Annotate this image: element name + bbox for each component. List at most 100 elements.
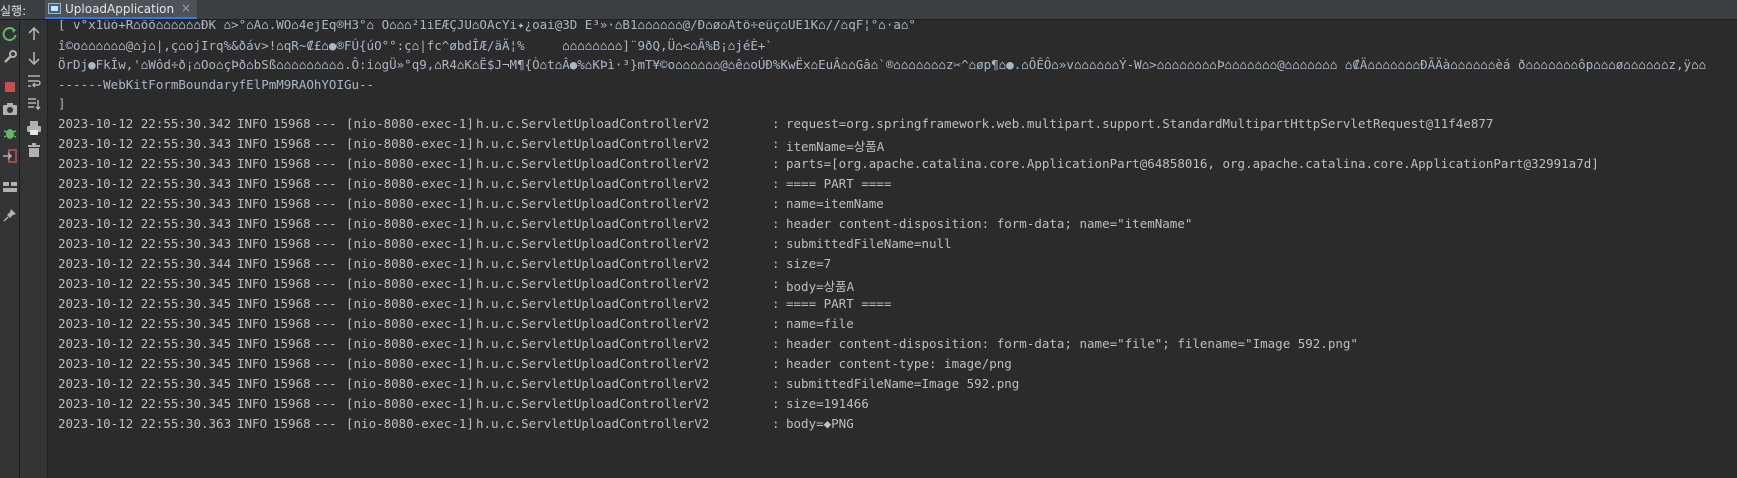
log-message: ==== PART ====	[786, 176, 892, 191]
log-message: submittedFileName=Image 592.png	[786, 376, 1020, 391]
log-separator: ---	[314, 396, 337, 411]
log-separator: ---	[314, 356, 337, 371]
log-colon: :	[772, 316, 780, 331]
log-timestamp: 2023-10-12 22:55:30.343	[58, 216, 232, 231]
log-separator: ---	[314, 116, 337, 131]
log-separator: ---	[314, 136, 337, 151]
log-message: body=◆PNG	[786, 416, 854, 431]
debug-icon[interactable]	[2, 125, 18, 141]
log-timestamp: 2023-10-12 22:55:30.345	[58, 396, 232, 411]
log-logger: h.u.c.ServletUploadControllerV2	[476, 296, 710, 311]
run-label: 실행:	[0, 4, 27, 18]
log-level: INFO	[237, 396, 268, 411]
log-level: INFO	[237, 156, 268, 171]
stop-icon[interactable]	[2, 79, 18, 95]
log-level: INFO	[237, 316, 268, 331]
multipart-boundary-line: ------WebKitFormBoundaryfElPmM9RAOhYOIGu…	[58, 77, 375, 92]
log-separator: ---	[314, 236, 337, 251]
log-logger: h.u.c.ServletUploadControllerV2	[476, 376, 710, 391]
log-logger: h.u.c.ServletUploadControllerV2	[476, 256, 710, 271]
run-toolbar-left	[0, 20, 20, 478]
soft-wrap-icon[interactable]	[26, 73, 42, 89]
log-message: header content-type: image/png	[786, 356, 1012, 371]
log-level: INFO	[237, 256, 268, 271]
log-level: INFO	[237, 296, 268, 311]
log-timestamp: 2023-10-12 22:55:30.343	[58, 136, 232, 151]
log-level: INFO	[237, 416, 268, 431]
log-thread: [nio-8080-exec-1]	[346, 136, 474, 151]
log-message: name=file	[786, 316, 854, 331]
log-pid: 15968	[273, 116, 311, 131]
log-timestamp: 2023-10-12 22:55:30.343	[58, 196, 232, 211]
log-message: request=org.springframework.web.multipar…	[786, 116, 1494, 131]
pin-icon[interactable]	[2, 207, 18, 223]
closing-bracket-line: ]	[58, 96, 66, 111]
log-colon: :	[772, 136, 780, 151]
log-thread: [nio-8080-exec-1]	[346, 296, 474, 311]
log-thread: [nio-8080-exec-1]	[346, 396, 474, 411]
login-icon[interactable]	[2, 148, 18, 164]
log-pid: 15968	[273, 296, 311, 311]
log-separator: ---	[314, 276, 337, 291]
log-logger: h.u.c.ServletUploadControllerV2	[476, 336, 710, 351]
log-thread: [nio-8080-exec-1]	[346, 416, 474, 431]
log-message: submittedFileName=null	[786, 236, 952, 251]
log-thread: [nio-8080-exec-1]	[346, 196, 474, 211]
log-pid: 15968	[273, 276, 311, 291]
log-message: size=7	[786, 256, 832, 271]
log-separator: ---	[314, 296, 337, 311]
log-thread: [nio-8080-exec-1]	[346, 116, 474, 131]
log-pid: 15968	[273, 156, 311, 171]
log-logger: h.u.c.ServletUploadControllerV2	[476, 276, 710, 291]
log-logger: h.u.c.ServletUploadControllerV2	[476, 196, 710, 211]
up-arrow-icon[interactable]	[26, 26, 42, 42]
settings-wrench-icon[interactable]	[2, 49, 18, 65]
log-pid: 15968	[273, 136, 311, 151]
log-timestamp: 2023-10-12 22:55:30.345	[58, 316, 232, 331]
camera-icon[interactable]	[2, 101, 18, 117]
scroll-to-end-icon[interactable]	[26, 96, 42, 112]
log-separator: ---	[314, 316, 337, 331]
log-colon: :	[772, 256, 780, 271]
log-level: INFO	[237, 336, 268, 351]
log-logger: h.u.c.ServletUploadControllerV2	[476, 396, 710, 411]
log-colon: :	[772, 356, 780, 371]
log-thread: [nio-8080-exec-1]	[346, 176, 474, 191]
log-thread: [nio-8080-exec-1]	[346, 336, 474, 351]
log-timestamp: 2023-10-12 22:55:30.363	[58, 416, 232, 431]
trash-icon[interactable]	[26, 142, 42, 158]
log-level: INFO	[237, 236, 268, 251]
log-thread: [nio-8080-exec-1]	[346, 316, 474, 331]
log-colon: :	[772, 276, 780, 291]
layout-icon[interactable]	[2, 179, 18, 195]
log-timestamp: 2023-10-12 22:55:30.345	[58, 296, 232, 311]
log-separator: ---	[314, 196, 337, 211]
close-tab-icon[interactable]: ×	[181, 1, 191, 15]
log-message: size=191466	[786, 396, 869, 411]
application-icon	[48, 3, 61, 14]
log-logger: h.u.c.ServletUploadControllerV2	[476, 136, 710, 151]
log-timestamp: 2023-10-12 22:55:30.344	[58, 256, 232, 271]
run-tab-bar: 실행: UploadApplication ×	[0, 0, 1737, 20]
log-timestamp: 2023-10-12 22:55:30.342	[58, 116, 232, 131]
log-colon: :	[772, 376, 780, 391]
log-separator: ---	[314, 416, 337, 431]
console-toolbar	[20, 20, 48, 478]
log-logger: h.u.c.ServletUploadControllerV2	[476, 416, 710, 431]
log-logger: h.u.c.ServletUploadControllerV2	[476, 216, 710, 231]
log-thread: [nio-8080-exec-1]	[346, 376, 474, 391]
rerun-icon[interactable]	[2, 26, 18, 42]
log-pid: 15968	[273, 336, 311, 351]
down-arrow-icon[interactable]	[26, 50, 42, 66]
console-output[interactable]: [ v°x1ûó+R⌂õõ⌂⌂⌂⌂⌂⌂ÐK ⌂>°⌂A⌂.WO⌂4ejEq®H3…	[48, 20, 1737, 478]
log-pid: 15968	[273, 356, 311, 371]
log-pid: 15968	[273, 396, 311, 411]
log-level: INFO	[237, 356, 268, 371]
print-icon[interactable]	[26, 120, 42, 136]
log-separator: ---	[314, 256, 337, 271]
log-message: body=상품A	[786, 279, 855, 294]
tab-upload-application[interactable]: UploadApplication ×	[45, 0, 197, 19]
binary-output-line: [ v°x1ûó+R⌂õõ⌂⌂⌂⌂⌂⌂ÐK ⌂>°⌂A⌂.WO⌂4ejEq®H3…	[58, 20, 916, 32]
log-message: parts=[org.apache.catalina.core.Applicat…	[786, 156, 1599, 171]
log-separator: ---	[314, 176, 337, 191]
